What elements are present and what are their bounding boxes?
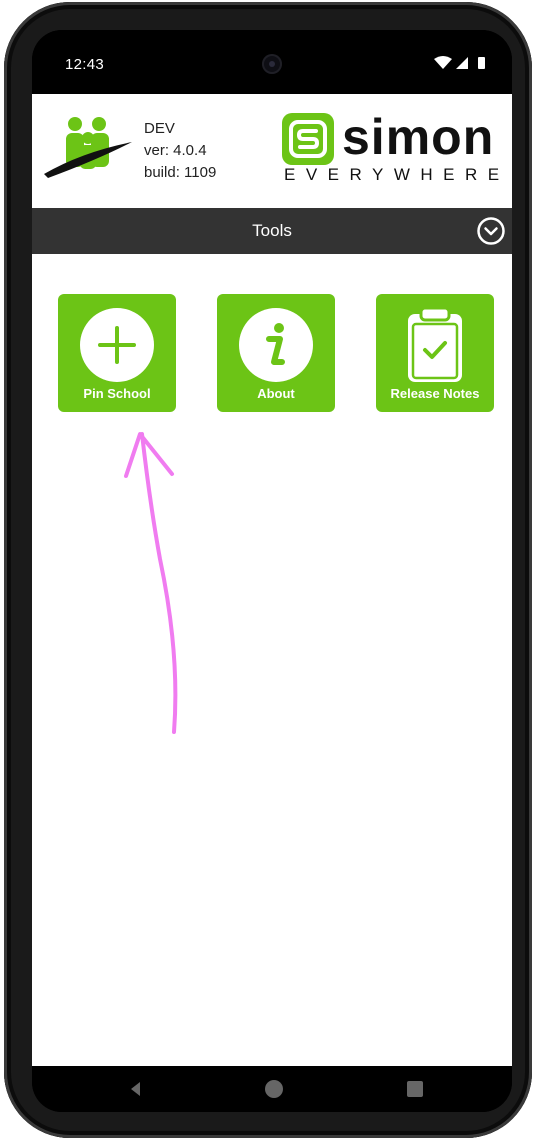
app-header: DEV ver: 4.0.4 build: 1109 simon EVERYWH… <box>32 94 512 208</box>
release-notes-label: Release Notes <box>390 386 480 401</box>
chevron-down-circle-icon[interactable] <box>476 216 506 246</box>
about-label: About <box>257 386 295 401</box>
tools-content: Pin School About Release Notes <box>32 254 512 1066</box>
battery-icon <box>478 57 485 69</box>
app-logo-icon <box>44 117 132 178</box>
phone-frame: 12:43 DEV ver: 4.0.4 build: 1109 simon E… <box>4 2 532 1138</box>
simon-badge-icon <box>282 113 334 165</box>
status-time: 12:43 <box>65 56 105 73</box>
recents-icon[interactable] <box>405 1079 425 1099</box>
toolbar-title: Tools <box>252 221 292 240</box>
brand-word: simon <box>342 109 495 165</box>
build-label: build: 1109 <box>144 164 217 181</box>
clipboard-check-icon <box>398 306 472 382</box>
version-info: DEV ver: 4.0.4 build: 1109 <box>144 118 216 184</box>
status-icons <box>434 56 490 70</box>
signal-icon <box>456 57 468 69</box>
wifi-icon <box>434 56 452 69</box>
home-icon[interactable] <box>264 1079 284 1099</box>
plus-icon <box>80 308 154 382</box>
about-button[interactable]: About <box>217 294 335 412</box>
device-screen: 12:43 DEV ver: 4.0.4 build: 1109 simon E… <box>32 30 512 1112</box>
back-icon[interactable] <box>126 1079 146 1099</box>
pin-school-button[interactable]: Pin School <box>58 294 176 412</box>
release-notes-button[interactable]: Release Notes <box>376 294 494 412</box>
android-nav-bar <box>32 1066 512 1112</box>
info-icon <box>239 308 313 382</box>
pin-school-label: Pin School <box>83 386 151 401</box>
simon-everywhere-logo: simon EVERYWHERE <box>282 109 510 188</box>
brand-tagline: EVERYWHERE <box>284 165 510 184</box>
front-camera <box>262 54 282 74</box>
env-label: DEV <box>144 120 175 137</box>
status-bar: 12:43 <box>32 30 512 94</box>
version-label: ver: 4.0.4 <box>144 142 207 159</box>
tools-toolbar: Tools <box>32 208 512 254</box>
